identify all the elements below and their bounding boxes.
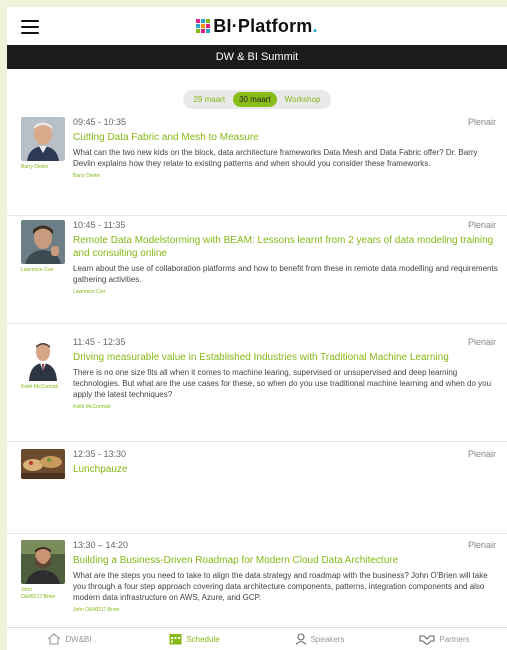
speaker-block: Keith McCormick <box>21 337 65 391</box>
session-speaker-link[interactable]: Barry Devlin <box>73 173 501 179</box>
session-time: 11:45 - 12:35 <box>73 337 126 347</box>
speaker-caption: John O&#8217;Brien <box>21 587 56 600</box>
session-content: 10:45 - 11:35 Plenair Remote Data Models… <box>73 220 501 295</box>
bottom-nav: DW&BI Schedule Speakers Partners <box>7 627 507 650</box>
speaker-block: Lawrence Corr <box>21 220 65 274</box>
speaker-photo[interactable] <box>21 540 65 584</box>
speaker-block: Barry Devlin <box>21 117 65 171</box>
session-title[interactable]: Cutting Data Fabric and Mesh to Measure <box>73 131 501 144</box>
nav-label: Schedule <box>186 634 220 644</box>
session-room: Plenair <box>467 449 496 459</box>
session-speaker-link[interactable]: Keith McCormick <box>73 404 501 410</box>
home-icon <box>48 633 61 645</box>
session-content: 12:35 - 13:30 Plenair Lunchpauze <box>73 449 501 476</box>
tab-30-maart[interactable]: 30 maart <box>233 92 277 107</box>
session-room: Plenair <box>467 220 496 230</box>
hamburger-menu-icon[interactable] <box>21 20 39 34</box>
session-item[interactable]: 12:35 - 13:30 Plenair Lunchpauze <box>7 449 507 534</box>
session-title[interactable]: Lunchpauze <box>73 463 501 476</box>
session-time: 12:35 - 13:30 <box>73 449 127 459</box>
lunch-image <box>21 449 65 479</box>
top-bar: BI·Platform. <box>7 7 507 45</box>
logo-text: BI·Platform <box>213 15 313 36</box>
session-description: What can the two new kids on the block, … <box>73 148 478 168</box>
speaker-block <box>21 449 65 479</box>
day-tabs: 29 maart 30 maart Workshop <box>183 90 331 109</box>
speaker-photo[interactable] <box>21 220 65 264</box>
session-description: What are the steps you need to take to a… <box>73 571 488 602</box>
nav-label: DW&BI <box>65 634 92 644</box>
session-item[interactable]: Lawrence Corr 10:45 - 11:35 Plenair Remo… <box>7 220 507 324</box>
session-description: Learn about the use of collaboration pla… <box>73 264 498 284</box>
speaker-photo[interactable] <box>21 117 65 161</box>
session-room: Plenair <box>467 117 496 127</box>
event-title: DW & BI Summit <box>215 51 299 63</box>
session-speaker-link[interactable]: John O&#8217;Brien <box>73 607 501 613</box>
session-item[interactable]: Barry Devlin 09:45 - 10:35 Plenair Cutti… <box>7 117 507 216</box>
logo-dot: . <box>312 15 318 36</box>
session-room: Plenair <box>467 540 496 550</box>
calendar-icon <box>169 634 182 645</box>
session-room: Plenair <box>467 337 496 347</box>
day-tabs-wrapper: 29 maart 30 maart Workshop <box>7 90 507 109</box>
person-icon <box>295 633 307 645</box>
speaker-block: John O&#8217;Brien <box>21 540 65 601</box>
tab-29-maart[interactable]: 29 maart <box>187 92 231 107</box>
logo-grid-icon <box>196 19 211 33</box>
nav-schedule[interactable]: Schedule <box>132 628 257 650</box>
nav-label: Partners <box>439 634 470 644</box>
session-time: 13:30 – 14:20 <box>73 540 129 550</box>
session-time: 10:45 - 11:35 <box>73 220 126 230</box>
nav-dwbi[interactable]: DW&BI <box>7 628 132 650</box>
speaker-caption: Lawrence Corr <box>21 267 54 273</box>
session-time: 09:45 - 10:35 <box>73 117 127 127</box>
session-title[interactable]: Remote Data Modelstorming with BEAM: Les… <box>73 234 501 260</box>
event-title-bar: DW & BI Summit <box>7 45 507 69</box>
nav-partners[interactable]: Partners <box>382 628 507 650</box>
session-title[interactable]: Driving measurable value in Established … <box>73 351 501 364</box>
session-content: 09:45 - 10:35 Plenair Cutting Data Fabri… <box>73 117 501 179</box>
tab-workshop[interactable]: Workshop <box>279 92 327 107</box>
app-frame: BI·Platform. DW & BI Summit 29 maart 30 … <box>7 7 507 650</box>
speaker-photo[interactable] <box>21 337 65 381</box>
session-title[interactable]: Building a Business-Driven Roadmap for M… <box>73 554 501 567</box>
session-description: There is no one size fits all when it co… <box>73 368 492 399</box>
session-content: 13:30 – 14:20 Plenair Building a Busines… <box>73 540 501 613</box>
logo[interactable]: BI·Platform. <box>196 16 317 37</box>
nav-label: Speakers <box>310 634 345 644</box>
session-content: 11:45 - 12:35 Plenair Driving measurable… <box>73 337 501 410</box>
handshake-icon <box>419 634 435 645</box>
speaker-caption: Keith McCormick <box>21 384 59 390</box>
speaker-caption: Barry Devlin <box>21 164 49 170</box>
session-item[interactable]: Keith McCormick 11:45 - 12:35 Plenair Dr… <box>7 337 507 442</box>
session-item[interactable]: John O&#8217;Brien 13:30 – 14:20 Plenair… <box>7 540 507 630</box>
nav-speakers[interactable]: Speakers <box>257 628 382 650</box>
session-speaker-link[interactable]: Lawrence Corr <box>73 289 501 295</box>
